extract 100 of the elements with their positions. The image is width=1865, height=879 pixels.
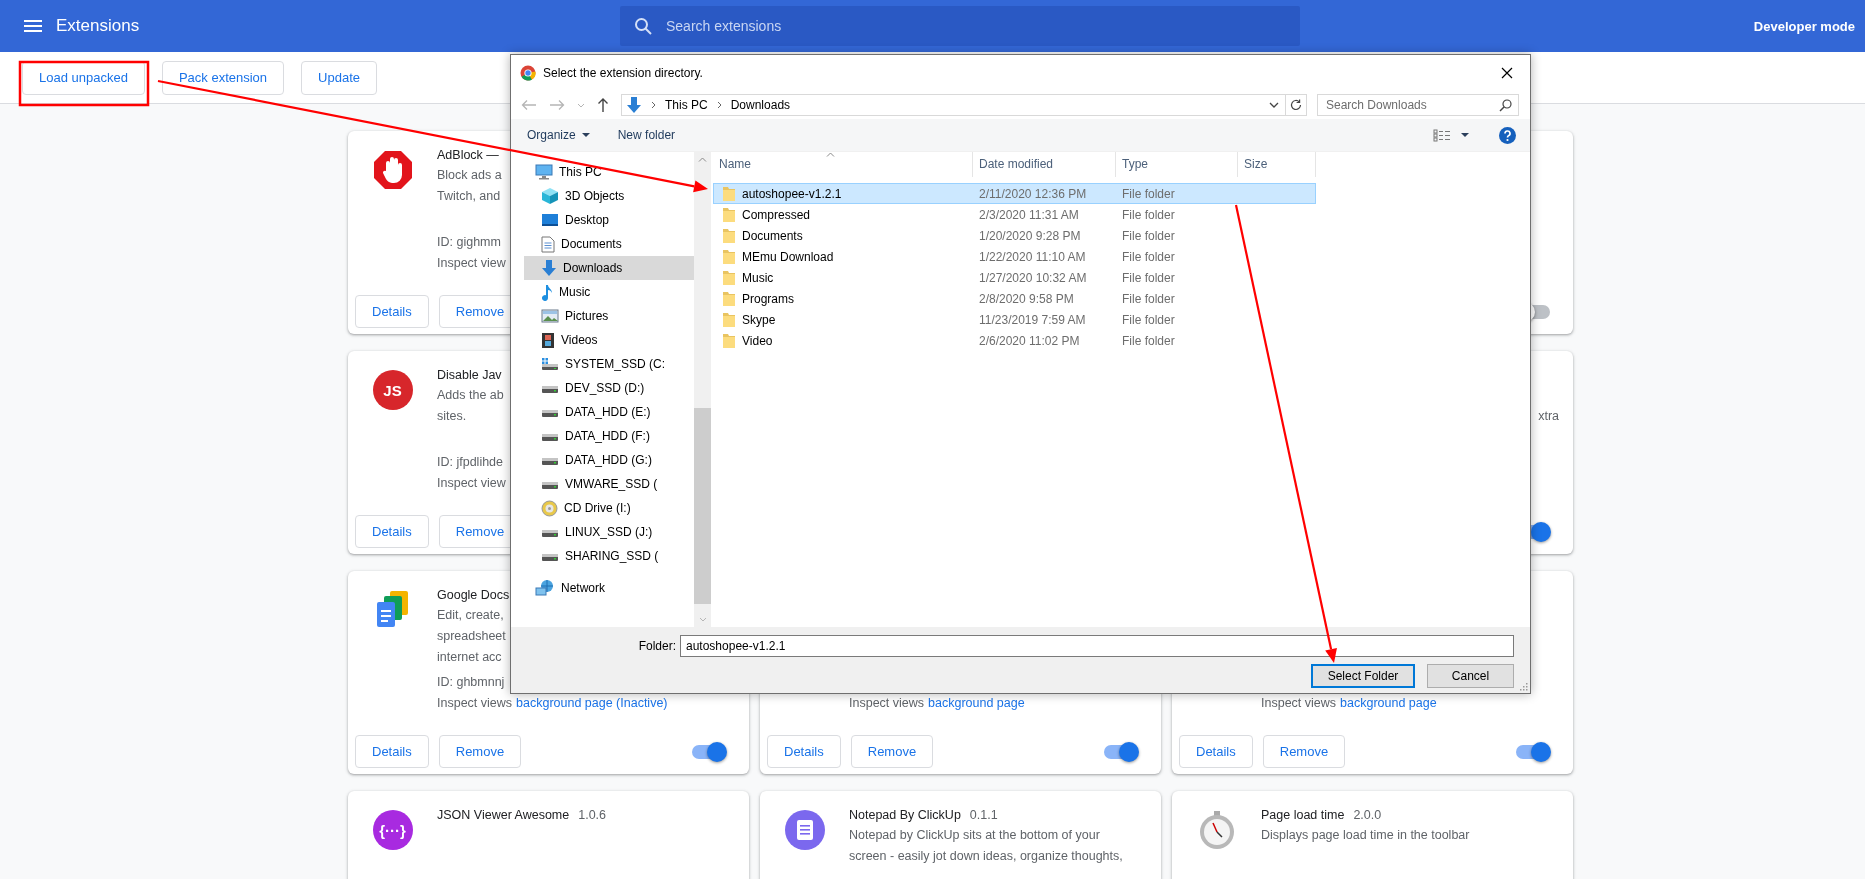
dialog-button[interactable]: Select Folder (1311, 664, 1415, 688)
picture-icon (541, 309, 559, 323)
file-row[interactable]: MEmu Download 1/22/2020 11:10 AM File folder (713, 246, 1316, 267)
document-icon (541, 235, 555, 253)
nav-item[interactable]: SHARING_SSD ( (524, 544, 694, 568)
card-button[interactable]: Details (355, 735, 429, 768)
file-date: 1/22/2020 11:10 AM (978, 249, 1087, 264)
developer-mode-label: Developer mode (1753, 18, 1856, 34)
chevron-down-icon[interactable] (1269, 102, 1279, 108)
file-row[interactable]: Video 2/6/2020 11:02 PM File folder (713, 330, 1316, 351)
toolbar-button[interactable]: Load unpacked (22, 60, 145, 95)
file-date: 1/20/2020 9:28 PM (978, 228, 1082, 243)
file-date: 2/8/2020 9:58 PM (978, 291, 1075, 306)
extension-name: Google Docs (437, 587, 510, 604)
file-row[interactable]: Compressed 2/3/2020 11:31 AM File folder (713, 204, 1316, 225)
card-button[interactable]: Details (1179, 735, 1253, 768)
resize-grip-icon[interactable] (1519, 682, 1528, 691)
background-page-link[interactable]: background page (1340, 696, 1437, 710)
folder-icon (722, 290, 736, 307)
up-arrow-icon[interactable] (597, 97, 609, 113)
file-type: File folder (1121, 312, 1176, 327)
nav-item[interactable]: VMWARE_SSD ( (524, 472, 694, 496)
logo-badge: {···} (372, 810, 413, 850)
inspect-views-label: Inspect view (437, 476, 506, 490)
address-bar[interactable]: This PC Downloads (621, 94, 1286, 116)
folder-icon (722, 185, 736, 202)
view-list-icon[interactable] (1433, 128, 1451, 142)
column-header[interactable]: Type (1116, 152, 1238, 177)
file-row[interactable]: Skype 11/23/2019 7:59 AM File folder (713, 309, 1316, 330)
dialog-button[interactable]: Cancel (1427, 664, 1514, 688)
nav-item[interactable]: 3D Objects (524, 184, 694, 208)
document-stack-icon (375, 590, 410, 628)
toggle-switch[interactable] (1515, 741, 1551, 762)
nav-item[interactable]: Pictures (524, 304, 694, 328)
search-icon (634, 17, 652, 35)
refresh-button[interactable] (1285, 94, 1307, 116)
nav-item[interactable]: SYSTEM_SSD (C: (524, 352, 694, 376)
description-text: Adds the ab sites. (437, 387, 504, 425)
round-logo-icon (520, 65, 536, 81)
extension-id: ID: gighmm (437, 235, 501, 249)
file-row[interactable]: Music 1/27/2020 10:32 AM File folder (713, 267, 1316, 288)
background-page-link[interactable]: background page (928, 696, 1025, 710)
card-button[interactable]: Remove (850, 735, 934, 768)
file-row[interactable]: Programs 2/8/2020 9:58 PM File folder (713, 288, 1316, 309)
help-icon[interactable] (1499, 126, 1516, 144)
column-header[interactable]: Date modified (973, 152, 1116, 177)
inspect-views-label: Inspect view (437, 256, 506, 270)
version-label: 2.0.0 (1353, 807, 1382, 824)
nav-item[interactable]: LINUX_SSD (J:) (524, 520, 694, 544)
page-title: Extensions (56, 16, 140, 36)
background-page-link[interactable]: background page (Inactive) (516, 696, 668, 710)
version-label: 1.0.6 (578, 807, 607, 824)
card-button[interactable]: Details (767, 735, 841, 768)
folder-icon (722, 332, 736, 349)
toggle-switch[interactable] (691, 741, 727, 762)
file-row[interactable]: Documents 1/20/2020 9:28 PM File folder (713, 225, 1316, 246)
card-button[interactable]: Remove (438, 735, 522, 768)
nav-item[interactable]: Music (524, 280, 694, 304)
inspect-views-label: Inspect views (849, 696, 925, 710)
nav-item[interactable]: DATA_HDD (F:) (524, 424, 694, 448)
cube-icon (541, 187, 559, 205)
folder-icon (722, 227, 736, 244)
card-button[interactable]: Details (355, 295, 429, 328)
file-type: File folder (1121, 186, 1176, 201)
music-note-icon (541, 283, 553, 301)
search-field[interactable]: Search extensions (620, 6, 1300, 46)
file-date: 11/23/2019 7:59 AM (978, 312, 1087, 327)
file-type: File folder (1121, 207, 1176, 222)
nav-item[interactable]: Desktop (524, 208, 694, 232)
folder-field[interactable]: autoshopee-v1.2.1 (680, 635, 1514, 657)
nav-item[interactable]: DATA_HDD (E:) (524, 400, 694, 424)
breadcrumb-item[interactable]: Downloads (730, 98, 791, 112)
card-button[interactable]: Details (355, 515, 429, 548)
nav-item[interactable]: CD Drive (I:) (524, 496, 694, 520)
file-row[interactable]: autoshopee-v1.2.1 2/11/2020 12:36 PM File folder (713, 183, 1316, 204)
nav-item[interactable]: Documents (524, 232, 694, 256)
drive-icon (541, 357, 559, 371)
search-field[interactable]: Search Downloads (1317, 94, 1519, 116)
command-button[interactable]: Organize (523, 125, 594, 145)
column-header[interactable]: Size (1238, 152, 1316, 177)
nav-item[interactable]: DEV_SSD (D:) (524, 376, 694, 400)
toggle-switch[interactable] (1103, 741, 1139, 762)
card-button[interactable]: Remove (1262, 735, 1346, 768)
download-arrow-icon (541, 259, 557, 277)
nav-item[interactable]: Videos (524, 328, 694, 352)
breadcrumb-item[interactable]: This PC (665, 98, 708, 112)
toolbar-button[interactable]: Update (301, 60, 377, 95)
menu-icon[interactable] (24, 20, 42, 32)
column-header[interactable]: Name (713, 152, 973, 177)
chevron-right-icon (716, 101, 722, 109)
folder-label: Folder: (638, 639, 676, 653)
caret-icon[interactable] (1461, 133, 1469, 137)
nav-item[interactable]: Network (524, 576, 694, 600)
nav-item[interactable]: DATA_HDD (G:) (524, 448, 694, 472)
command-button[interactable]: New folder (613, 125, 680, 145)
caret-icon (581, 133, 590, 137)
nav-item[interactable]: Downloads (524, 256, 694, 280)
toolbar-button[interactable]: Pack extension (161, 60, 285, 95)
close-icon[interactable] (1501, 67, 1513, 79)
extension-id: ID: jfpdlihde (437, 455, 503, 469)
